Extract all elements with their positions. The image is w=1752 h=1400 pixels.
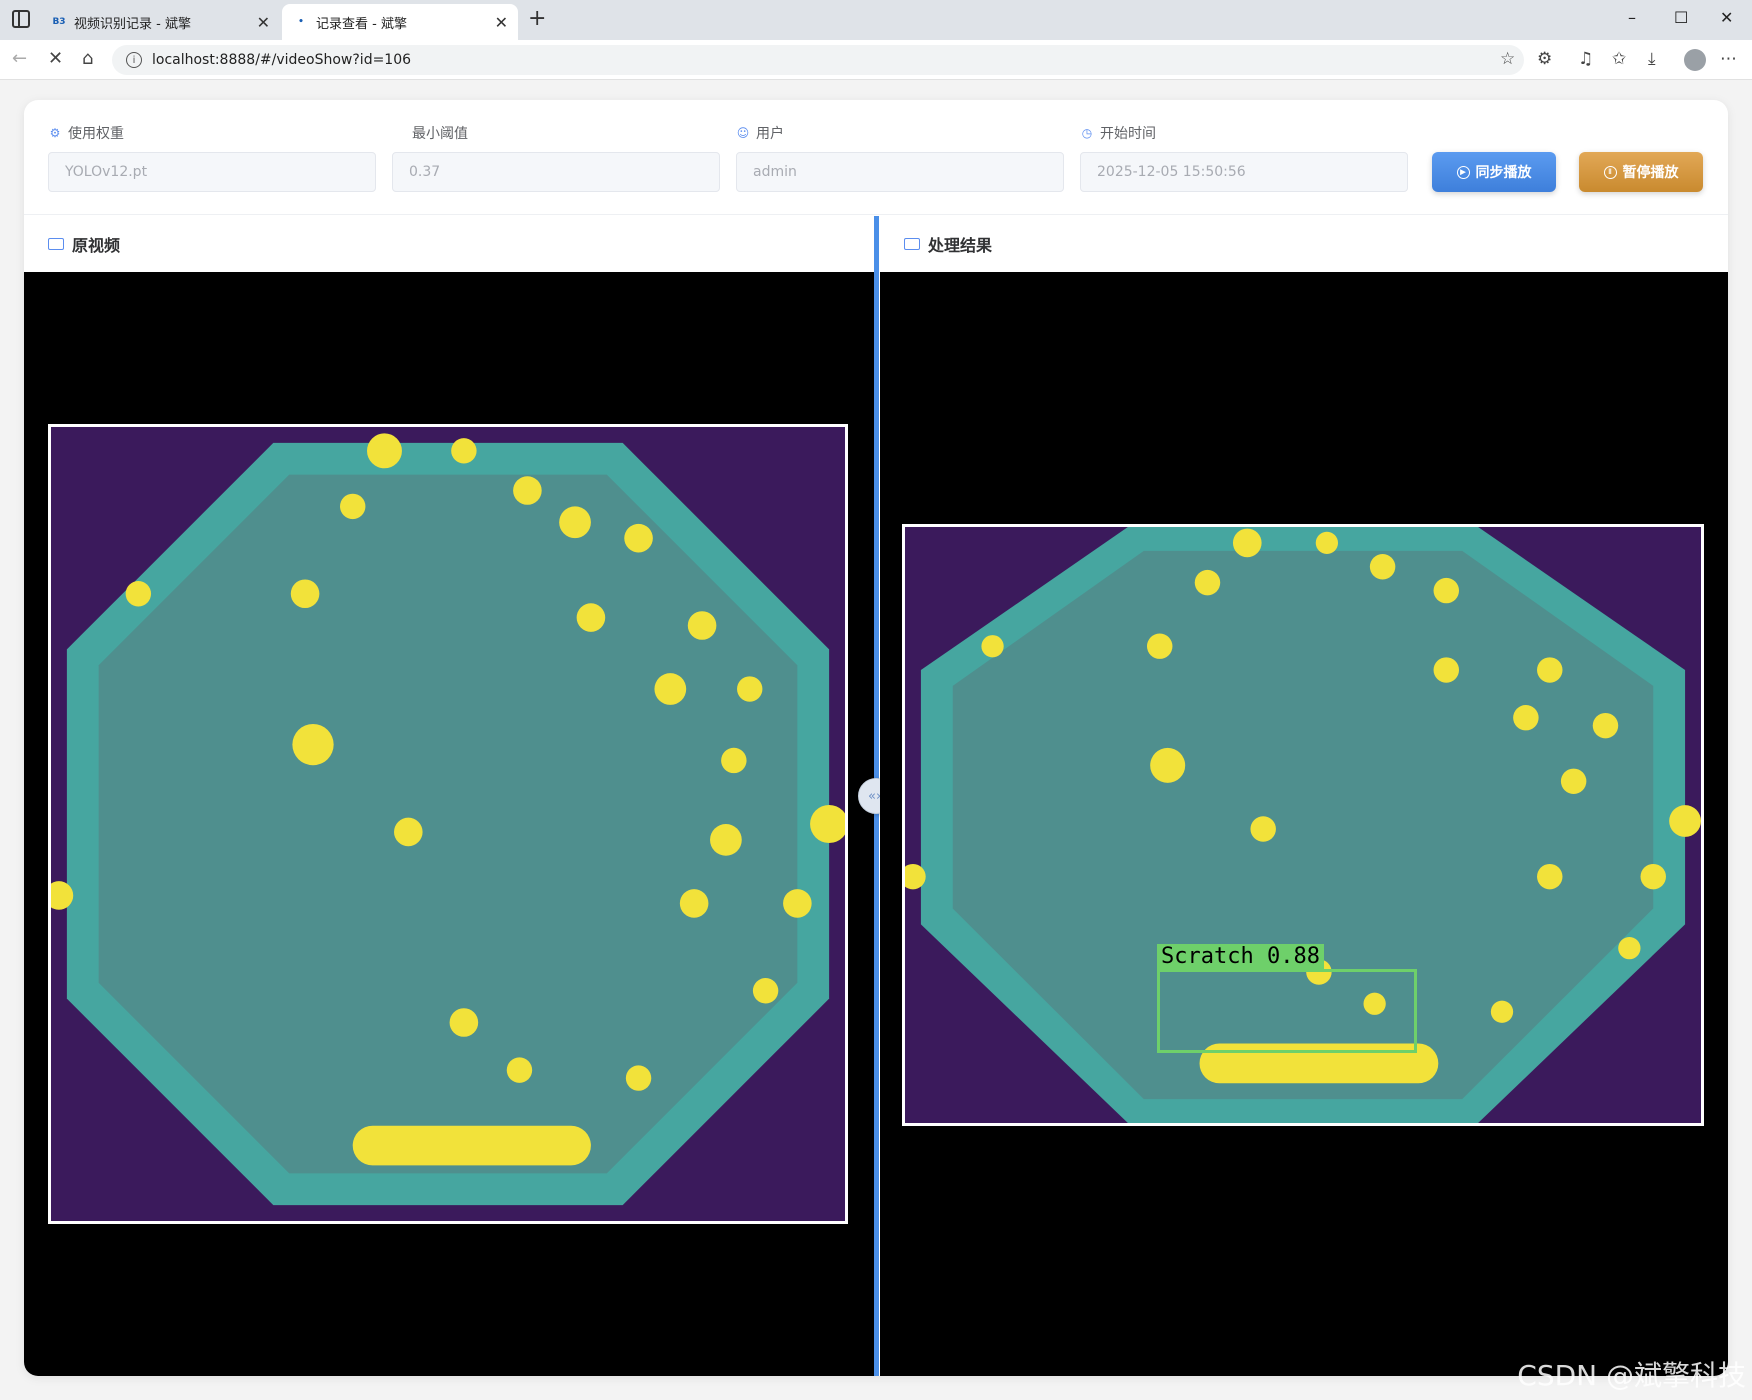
pause-play-label: 暂停播放 <box>1622 164 1679 180</box>
download-icon[interactable]: ⤓ <box>1648 49 1656 69</box>
home-icon[interactable]: ⌂ <box>82 48 93 69</box>
pause-circle-icon: ‖ <box>1603 165 1617 179</box>
start-time-input <box>1080 152 1408 192</box>
stop-icon[interactable]: ✕ <box>48 48 63 69</box>
clock-icon: ◷ <box>1081 126 1093 140</box>
new-tab-icon[interactable]: + <box>528 6 546 31</box>
tab-favicon: • <box>298 17 304 27</box>
weight-input <box>48 152 376 192</box>
threshold-label: 最小阈值 <box>412 126 468 142</box>
site-info-icon[interactable]: i <box>126 52 142 68</box>
tab-actions-icon[interactable] <box>12 10 30 28</box>
close-icon[interactable]: ✕ <box>257 13 270 32</box>
favorites-icon[interactable]: ✩ <box>1612 49 1626 69</box>
sync-play-button[interactable]: ▶ 同步播放 <box>1432 152 1556 192</box>
more-menu-icon[interactable]: ⋯ <box>1720 49 1737 69</box>
detection-class: Scratch <box>1161 944 1254 969</box>
media-icon[interactable]: ♫ <box>1578 49 1593 69</box>
user-icon: ☺ <box>736 126 750 140</box>
result-video-frame: Scratch 0.88 <box>902 524 1704 1126</box>
minimize-icon[interactable]: – <box>1628 8 1636 27</box>
gear-icon: ⚙ <box>49 126 61 140</box>
tab-title: 记录查看 - 斌擎 <box>316 16 407 32</box>
detection-label: Scratch 0.88 <box>1157 944 1324 970</box>
threshold-input <box>392 152 720 192</box>
start-time-label: 开始时间 <box>1100 126 1156 142</box>
close-icon[interactable]: ✕ <box>495 13 508 32</box>
back-icon[interactable]: ← <box>12 48 27 69</box>
extensions-icon[interactable]: ⚙ <box>1537 49 1552 69</box>
detection-confidence: 0.88 <box>1266 944 1320 969</box>
video-camera-icon <box>48 238 64 250</box>
favorite-star-icon[interactable]: ☆ <box>1500 49 1515 69</box>
result-video-title: 处理结果 <box>928 236 993 255</box>
user-input <box>736 152 1064 192</box>
user-label: 用户 <box>756 126 784 142</box>
profile-avatar[interactable] <box>1684 49 1706 71</box>
weight-field: ⚙ 使用权重 <box>48 122 376 192</box>
result-video-pane: 处理结果 Scratch 0.88 <box>880 216 1728 1376</box>
wafer-map-image <box>51 427 845 1221</box>
video-show-page: ⚙ 使用权重 最小阈值 ☺ 用户 ◷ 开始时间 ▶ 同步播放 ‖ 暂停播放 原视频 <box>24 100 1728 1376</box>
start-time-field: ◷ 开始时间 <box>1080 122 1408 192</box>
address-bar[interactable]: i localhost:8888/#/videoShow?id=106 <box>112 45 1524 75</box>
pause-play-button[interactable]: ‖ 暂停播放 <box>1579 152 1703 192</box>
window-close-icon[interactable]: ✕ <box>1720 8 1733 27</box>
browser-tab-view[interactable]: • 记录查看 - 斌擎 ✕ <box>282 4 518 40</box>
weight-label: 使用权重 <box>68 126 124 142</box>
browser-tab-records[interactable]: B3 视频识别记录 - 斌擎 ✕ <box>40 4 280 40</box>
original-video-title: 原视频 <box>72 236 121 255</box>
csdn-watermark: CSDN @斌擎科技 <box>1517 1359 1746 1392</box>
original-video-player[interactable] <box>24 272 874 1376</box>
sync-play-label: 同步播放 <box>1475 164 1532 180</box>
browser-toolbar: ← ✕ ⌂ i localhost:8888/#/videoShow?id=10… <box>0 40 1752 80</box>
original-video-pane: 原视频 <box>24 216 874 1376</box>
browser-tab-bar: B3 视频识别记录 - 斌擎 ✕ • 记录查看 - 斌擎 ✕ + – ☐ ✕ <box>0 0 1752 40</box>
play-circle-icon: ▶ <box>1456 165 1470 179</box>
url-text: localhost:8888/#/videoShow?id=106 <box>152 52 412 68</box>
detection-box <box>1157 969 1417 1053</box>
record-info-form: ⚙ 使用权重 最小阈值 ☺ 用户 ◷ 开始时间 ▶ 同步播放 ‖ 暂停播放 <box>24 100 1728 215</box>
tab-title: 视频识别记录 - 斌擎 <box>74 16 191 32</box>
maximize-icon[interactable]: ☐ <box>1674 8 1688 27</box>
monitor-icon <box>904 238 920 250</box>
user-field: ☺ 用户 <box>736 122 1064 192</box>
tab-favicon: B3 <box>52 17 66 27</box>
original-video-frame <box>48 424 848 1224</box>
threshold-field: 最小阈值 <box>392 122 720 192</box>
result-video-player[interactable]: Scratch 0.88 <box>880 272 1728 1376</box>
